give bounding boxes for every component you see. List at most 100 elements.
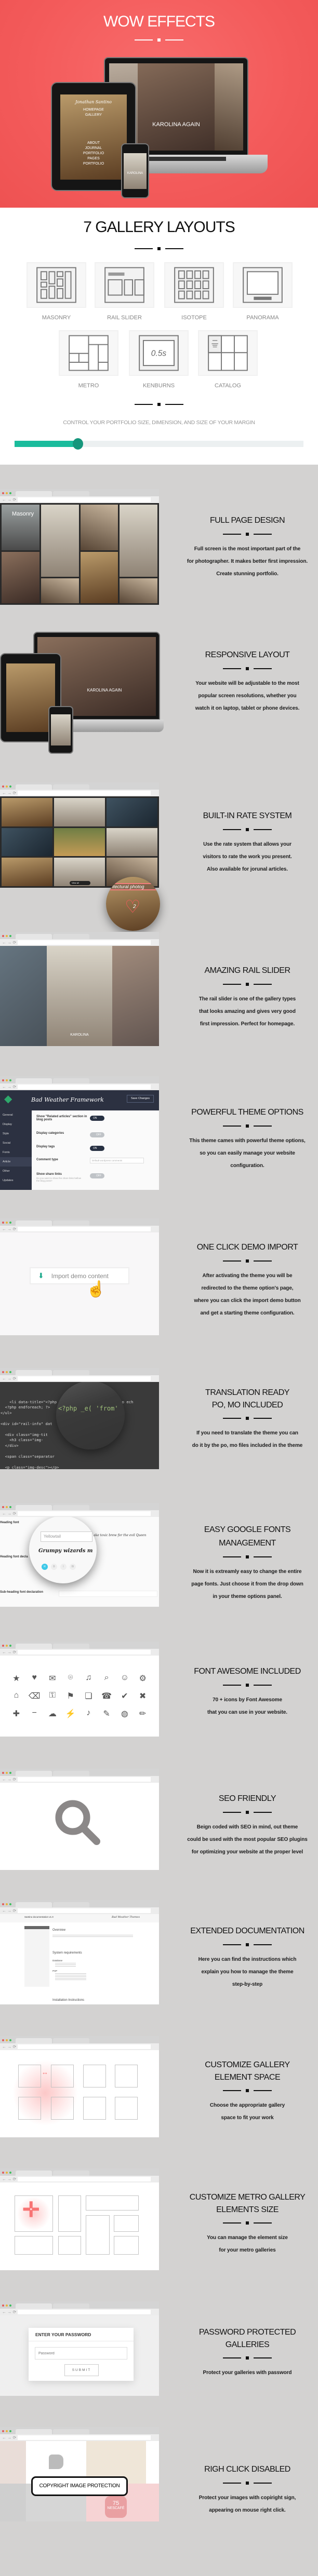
password-input[interactable] (35, 2347, 127, 2360)
address-bar[interactable] (18, 1511, 151, 1516)
nav-arrows-icon[interactable]: ← → ⟳ (2, 790, 16, 796)
address-bar[interactable] (18, 791, 151, 795)
menu-item[interactable]: PORTFOLIO (60, 151, 127, 156)
address-bar[interactable] (18, 2310, 151, 2314)
window-dot-icon[interactable] (9, 935, 11, 937)
style-italic-button[interactable]: I (60, 1564, 67, 1570)
style-bold-button[interactable]: B (51, 1564, 57, 1570)
window-dot-icon[interactable] (6, 1222, 8, 1224)
window-dot-icon[interactable] (6, 1645, 8, 1647)
address-bar[interactable] (18, 1908, 151, 1913)
nav-arrows-icon[interactable]: ← → ⟳ (2, 1907, 16, 1914)
layout-rail-slider[interactable] (95, 262, 154, 308)
sidebar-item-active[interactable]: Article (0, 1157, 32, 1167)
nav-arrows-icon[interactable]: ← → ⟳ (2, 1226, 16, 1232)
nav-arrows-icon[interactable]: ← → ⟳ (2, 2309, 16, 2315)
window-dot-icon[interactable] (9, 1903, 11, 1905)
doc-nav[interactable] (24, 1926, 49, 1987)
menu-item[interactable]: ABOUT (60, 141, 127, 146)
window-dot-icon[interactable] (9, 1772, 11, 1774)
sidebar-item[interactable]: Fonts (0, 1148, 32, 1157)
window-dot-icon[interactable] (6, 1079, 8, 1081)
window-dot-icon[interactable] (6, 2039, 8, 2041)
sidebar-item[interactable]: Style (0, 1129, 32, 1138)
window-dot-icon[interactable] (2, 785, 4, 788)
window-dot-icon[interactable] (6, 2430, 8, 2432)
nav-arrows-icon[interactable]: ← → ⟳ (2, 939, 16, 946)
margin-slider[interactable] (15, 438, 303, 450)
sidebar-item[interactable]: Updates (0, 1176, 32, 1185)
window-dot-icon[interactable] (9, 2304, 11, 2307)
layout-kenburns[interactable]: 0.5s (129, 330, 189, 376)
window-dot-icon[interactable] (9, 2172, 11, 2174)
address-bar[interactable] (18, 2044, 151, 2049)
window-dot-icon[interactable] (9, 785, 11, 788)
window-dot-icon[interactable] (9, 1645, 11, 1647)
window-dot-icon[interactable] (2, 1645, 4, 1647)
address-bar[interactable] (18, 1650, 151, 1655)
window-dot-icon[interactable] (9, 1222, 11, 1224)
address-bar[interactable] (18, 2177, 151, 2181)
view-all-button[interactable]: View all (70, 881, 90, 885)
window-dot-icon[interactable] (2, 1371, 4, 1373)
nav-arrows-icon[interactable]: ← → ⟳ (2, 2043, 16, 2050)
window-dot-icon[interactable] (2, 2172, 4, 2174)
nav-arrows-icon[interactable]: ← → ⟳ (2, 1776, 16, 1783)
window-dot-icon[interactable] (9, 1506, 11, 1508)
window-dot-icon[interactable] (6, 935, 8, 937)
address-bar[interactable] (18, 2435, 151, 2440)
style-regular-button[interactable]: R (42, 1564, 48, 1570)
related-articles-toggle[interactable]: ON (90, 1116, 104, 1121)
window-dot-icon[interactable] (9, 492, 11, 494)
window-dot-icon[interactable] (2, 935, 4, 937)
slider-handle[interactable] (73, 438, 84, 450)
nav-arrows-icon[interactable]: ← → ⟳ (2, 496, 16, 503)
layout-masonry[interactable] (27, 262, 86, 308)
nav-arrows-icon[interactable]: ← → ⟳ (2, 1375, 16, 1382)
window-dot-icon[interactable] (6, 1903, 8, 1905)
categories-toggle[interactable]: OFF (90, 1132, 104, 1137)
window-dot-icon[interactable] (6, 785, 8, 788)
menu-item[interactable]: GALLERY (60, 113, 127, 118)
sidebar-item[interactable]: Other (0, 1167, 32, 1176)
menu-item[interactable]: PORTFOLIO (60, 161, 127, 167)
nav-arrows-icon[interactable]: ← → ⟳ (2, 1510, 16, 1517)
window-dot-icon[interactable] (2, 2039, 4, 2041)
share-links-toggle[interactable]: OFF (90, 1173, 104, 1178)
address-bar[interactable] (18, 1084, 151, 1089)
window-dot-icon[interactable] (9, 1371, 11, 1373)
window-dot-icon[interactable] (9, 1079, 11, 1081)
layout-panorama[interactable] (233, 262, 293, 308)
sidebar-item[interactable]: Display (0, 1120, 32, 1129)
window-dot-icon[interactable] (2, 2430, 4, 2432)
address-bar[interactable] (18, 1777, 151, 1782)
window-dot-icon[interactable] (2, 1079, 4, 1081)
address-bar[interactable] (18, 940, 151, 945)
window-dot-icon[interactable] (2, 2304, 4, 2307)
window-dot-icon[interactable] (2, 492, 4, 494)
window-dot-icon[interactable] (9, 2039, 11, 2041)
save-changes-button[interactable]: Save Changes (127, 1095, 154, 1103)
submit-button[interactable]: SUBMIT (64, 2364, 99, 2376)
sub-declaration-input[interactable] (59, 1591, 157, 1597)
layout-isotope[interactable] (164, 262, 224, 308)
font-select[interactable]: Yellowtail (41, 1531, 92, 1542)
address-bar[interactable] (18, 1227, 151, 1231)
menu-item[interactable]: JOURNAL (60, 146, 127, 151)
sidebar-item[interactable]: General (0, 1110, 32, 1120)
nav-arrows-icon[interactable]: ← → ⟳ (2, 2176, 16, 2182)
layout-catalog[interactable] (198, 330, 258, 376)
window-dot-icon[interactable] (2, 1506, 4, 1508)
window-dot-icon[interactable] (9, 2430, 11, 2432)
window-dot-icon[interactable] (6, 492, 8, 494)
menu-item[interactable]: PAGES (60, 156, 127, 161)
nav-arrows-icon[interactable]: ← → ⟳ (2, 2434, 16, 2441)
window-dot-icon[interactable] (2, 1903, 4, 1905)
window-dot-icon[interactable] (2, 1222, 4, 1224)
window-dot-icon[interactable] (6, 2304, 8, 2307)
comment-type-select[interactable]: Default wordpress comments (90, 1158, 144, 1163)
sidebar-item[interactable]: Social (0, 1138, 32, 1148)
style-bold-italic-button[interactable]: BI (70, 1564, 76, 1570)
window-dot-icon[interactable] (6, 2172, 8, 2174)
nav-arrows-icon[interactable]: ← → ⟳ (2, 1083, 16, 1090)
